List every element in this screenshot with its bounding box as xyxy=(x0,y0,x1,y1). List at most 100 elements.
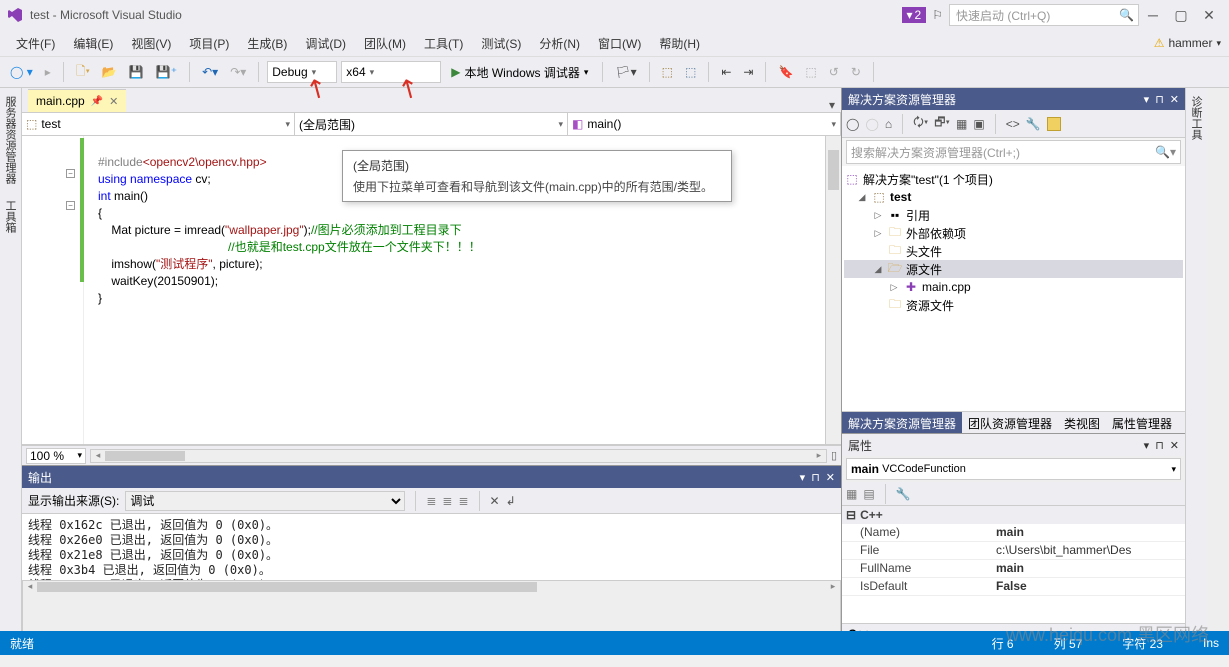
config-dropdown[interactable]: Debug▾ xyxy=(267,61,337,83)
sln-back-icon[interactable]: ◯ xyxy=(846,117,859,131)
nav-fwd-button[interactable]: ▸ xyxy=(41,62,55,82)
nav-scope-project[interactable]: ⬚test▾ xyxy=(22,113,295,135)
props-pages-icon[interactable]: 🔧 xyxy=(896,487,911,501)
menu-analyze[interactable]: 分析(N) xyxy=(531,32,588,55)
new-project-button[interactable]: 🗋▾ xyxy=(72,59,94,86)
save-all-button[interactable]: 💾⁺ xyxy=(152,62,181,82)
user-name[interactable]: hammer xyxy=(1168,36,1212,50)
menu-project[interactable]: 项目(P) xyxy=(181,32,237,55)
output-source-select[interactable]: 调试 xyxy=(125,491,405,511)
panel-close-icon[interactable]: ✕ xyxy=(1170,93,1179,106)
panel-dropdown-icon[interactable]: ▾ xyxy=(1144,439,1150,452)
menu-edit[interactable]: 编辑(E) xyxy=(65,32,121,55)
tree-headers[interactable]: 🗀头文件 xyxy=(844,242,1183,260)
close-tab-icon[interactable]: ✕ xyxy=(109,95,118,108)
sln-props-icon[interactable]: 🔧 xyxy=(1026,117,1041,131)
props-categorize-icon[interactable]: ▦ xyxy=(846,487,857,501)
outline-toggle-icon[interactable]: − xyxy=(66,201,75,210)
redo-button[interactable]: ↷▾ xyxy=(226,62,250,82)
props-object-select[interactable]: main VCCodeFunction▾ xyxy=(846,458,1181,480)
menu-file[interactable]: 文件(F) xyxy=(8,32,63,55)
menu-build[interactable]: 生成(B) xyxy=(239,32,295,55)
start-debug-button[interactable]: ▶本地 Windows 调试器▾ xyxy=(445,62,594,83)
nav-scope-global[interactable]: (全局范围)▾ xyxy=(295,113,568,135)
feedback-icon[interactable]: ⚐ xyxy=(932,8,943,22)
tree-solution[interactable]: ⬚解决方案"test"(1 个项目) xyxy=(844,170,1183,188)
panel-close-icon[interactable]: ✕ xyxy=(826,471,835,484)
process-button[interactable]: 🏳▾ xyxy=(611,62,640,82)
sln-showall-icon[interactable]: ▦ xyxy=(956,117,967,131)
tree-sources[interactable]: ◢🗁源文件 xyxy=(844,260,1183,278)
server-explorer-tab[interactable]: 服务器资源管理器 xyxy=(0,88,21,192)
tab-team-explorer[interactable]: 团队资源管理器 xyxy=(962,412,1058,433)
horizontal-scrollbar[interactable]: ◂▸ xyxy=(90,449,827,463)
panel-pin-icon[interactable]: ⊓ xyxy=(811,471,820,484)
menu-help[interactable]: 帮助(H) xyxy=(651,32,708,55)
menu-tools[interactable]: 工具(T) xyxy=(416,32,471,55)
props-sort-icon[interactable]: ▤ xyxy=(863,487,874,501)
user-dropdown-icon[interactable]: ▾ xyxy=(1216,38,1221,49)
output-tb-icon[interactable]: ≣ xyxy=(458,494,468,508)
sln-fwd-icon[interactable]: ◯ xyxy=(865,117,878,131)
output-wrap-icon[interactable]: ↲ xyxy=(506,494,516,508)
menu-view[interactable]: 视图(V) xyxy=(123,32,179,55)
notification-badge[interactable]: ▾2 xyxy=(902,7,927,23)
output-tb-icon[interactable]: ≣ xyxy=(426,494,436,508)
props-grid[interactable]: ⊟C++ (Name)main Filec:\Users\bit_hammer\… xyxy=(842,506,1185,623)
panel-dropdown-icon[interactable]: ▾ xyxy=(800,471,806,484)
panel-pin-icon[interactable]: ⊓ xyxy=(1155,93,1164,106)
split-icon[interactable]: ▯ xyxy=(831,449,837,462)
sln-sync-icon[interactable]: 🗗▾ xyxy=(934,113,950,134)
panel-dropdown-icon[interactable]: ▾ xyxy=(1144,93,1150,106)
sln-search-input[interactable]: 搜索解决方案资源管理器(Ctrl+;) 🔍▾ xyxy=(846,140,1181,164)
sln-code-icon[interactable]: <> xyxy=(1006,117,1020,131)
menu-test[interactable]: 测试(S) xyxy=(473,32,529,55)
tree-project[interactable]: ◢⬚test xyxy=(844,188,1183,206)
toolbox-tab[interactable]: 工具箱 xyxy=(0,192,21,241)
panel-close-icon[interactable]: ✕ xyxy=(1170,439,1179,452)
platform-dropdown[interactable]: x64▾ xyxy=(341,61,441,83)
undo-button[interactable]: ↶▾ xyxy=(198,62,222,82)
maximize-button[interactable]: ▢ xyxy=(1167,7,1195,24)
tab-solution-explorer[interactable]: 解决方案资源管理器 xyxy=(842,412,962,433)
file-tab-main-cpp[interactable]: main.cpp 📌 ✕ xyxy=(28,89,126,112)
tree-references[interactable]: ▷▪▪引用 xyxy=(844,206,1183,224)
tab-class-view[interactable]: 类视图 xyxy=(1058,412,1106,433)
minimize-button[interactable]: ─ xyxy=(1139,7,1167,23)
code-editor[interactable]: − − #include<opencv2\opencv.hpp> using n… xyxy=(22,136,841,445)
output-text[interactable]: 线程 0x162c 已退出, 返回值为 0 (0x0)。 线程 0x26e0 已… xyxy=(22,514,841,580)
menu-window[interactable]: 窗口(W) xyxy=(590,32,649,55)
close-button[interactable]: ✕ xyxy=(1195,7,1223,24)
tb-icon-5[interactable]: ↻ xyxy=(847,62,865,82)
quick-launch-input[interactable]: 快速启动 (Ctrl+Q) 🔍 xyxy=(949,4,1139,26)
nav-back-button[interactable]: ◯ ▾ xyxy=(6,62,37,82)
outline-toggle-icon[interactable]: − xyxy=(66,169,75,178)
props-header[interactable]: 属性 ▾ ⊓ ✕ xyxy=(842,434,1185,456)
sln-collapse-icon[interactable]: ▣ xyxy=(973,117,984,131)
tb-icon-2[interactable]: ⬚ xyxy=(681,62,700,82)
panel-pin-icon[interactable]: ⊓ xyxy=(1155,439,1164,452)
tree-resources[interactable]: 🗀资源文件 xyxy=(844,296,1183,314)
diagnostic-tools-tab[interactable]: 诊断工具 xyxy=(1186,88,1207,148)
nav-scope-function[interactable]: ◧main()▾ xyxy=(568,113,841,135)
tb-icon-3[interactable]: ⬚ xyxy=(801,62,820,82)
sln-header[interactable]: 解决方案资源管理器 ▾ ⊓ ✕ xyxy=(842,88,1185,110)
sln-refresh-icon[interactable]: 🗘▾ xyxy=(913,113,928,134)
solution-tree[interactable]: ⬚解决方案"test"(1 个项目) ◢⬚test ▷▪▪引用 ▷🗀外部依赖项 … xyxy=(842,166,1185,411)
tab-property-manager[interactable]: 属性管理器 xyxy=(1106,412,1178,433)
zoom-combo[interactable]: 100 %▾ xyxy=(26,448,86,464)
open-file-button[interactable]: 📂 xyxy=(98,62,121,82)
tree-external[interactable]: ▷🗀外部依赖项 xyxy=(844,224,1183,242)
save-button[interactable]: 💾 xyxy=(125,62,148,82)
menu-debug[interactable]: 调试(D) xyxy=(297,32,354,55)
tb-icon-4[interactable]: ↺ xyxy=(825,62,843,82)
indent-more-button[interactable]: ⇥ xyxy=(739,62,757,82)
bookmark-icon[interactable]: 🔖 xyxy=(774,62,797,82)
output-clear-icon[interactable]: ✕ xyxy=(490,494,500,508)
pin-icon[interactable]: 📌 xyxy=(91,96,103,107)
tab-overflow-icon[interactable]: ▾ xyxy=(829,98,835,112)
tree-main-cpp[interactable]: ▷✚main.cpp xyxy=(844,278,1183,296)
sln-home-icon[interactable]: ⌂ xyxy=(885,117,892,131)
menu-team[interactable]: 团队(M) xyxy=(356,32,414,55)
indent-less-button[interactable]: ⇤ xyxy=(717,62,735,82)
